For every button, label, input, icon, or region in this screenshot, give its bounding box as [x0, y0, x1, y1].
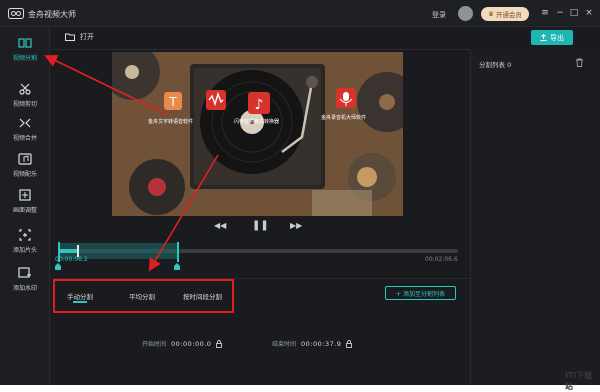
- sidebar: 视频分割 视频剪切 视频合并 视频配乐 画面调整 添加片头 添加水印: [0, 27, 50, 385]
- start-time-field[interactable]: 00:00:00.0: [171, 340, 211, 348]
- watermark-icon: [18, 267, 31, 278]
- total-time: 00:02:06.6: [425, 256, 458, 263]
- scissors-icon: [19, 83, 31, 95]
- fast-forward-icon[interactable]: ▶▶: [290, 221, 302, 230]
- end-time-field[interactable]: 00:00:37.9: [301, 340, 341, 348]
- start-time-label: 开始时间: [142, 341, 167, 348]
- current-time: 00:00:06.2: [55, 256, 88, 263]
- svg-text:♪: ♪: [255, 97, 264, 113]
- lock-icon[interactable]: [216, 339, 223, 348]
- app-window: 金舟视频大师 登录 ♛ 开通会员 ≡ − □ × 视频分割 视频剪切 视频合并 …: [0, 0, 600, 391]
- export-label: 导出: [550, 33, 564, 42]
- merge-icon: [19, 118, 31, 128]
- app-logo-icon: [8, 8, 24, 19]
- watermark-text: ITi下载站: [565, 371, 593, 391]
- rewind-icon[interactable]: ◀◀: [214, 221, 226, 230]
- video-frame: T ♪: [112, 52, 403, 216]
- sidebar-item-label: 视频合并: [12, 135, 37, 142]
- minimize-icon[interactable]: −: [555, 8, 565, 18]
- app-title: 金舟视频大师: [28, 10, 76, 19]
- segment-list-title: 分割列表 0: [479, 61, 512, 69]
- preview-caption: 金舟文字转语音软件: [148, 119, 194, 125]
- annotation-highlight-box: [53, 279, 234, 313]
- playback-controls: ◀◀ ❚❚ ▶▶: [210, 220, 310, 233]
- pause-icon[interactable]: ❚❚: [252, 220, 269, 231]
- vip-button[interactable]: ♛ 开通会员: [481, 7, 529, 21]
- music-icon: [18, 153, 32, 165]
- add-to-list-button[interactable]: + 添加至分割列表: [385, 286, 456, 300]
- sidebar-item-merge[interactable]: 视频合并: [0, 113, 50, 149]
- sidebar-item-label: 视频配乐: [12, 171, 37, 178]
- end-time-row: 结束时间 00:00:37.9: [272, 339, 353, 348]
- sidebar-item-label: 视频剪切: [12, 101, 37, 108]
- preview-caption: 闪电音频格式转换器: [234, 119, 280, 125]
- folder-icon: [65, 33, 75, 41]
- preview-caption: 金舟录音机大师软件: [321, 115, 367, 121]
- maximize-icon[interactable]: □: [569, 8, 579, 18]
- login-link[interactable]: 登录: [432, 10, 446, 20]
- menu-icon[interactable]: ≡: [540, 8, 550, 18]
- timeline-progress: [58, 249, 78, 253]
- vip-label: 开通会员: [495, 11, 522, 19]
- segment-list-panel: 分割列表 0: [470, 50, 600, 385]
- crop-icon: [19, 189, 31, 201]
- sidebar-item-label: 添加片头: [12, 247, 37, 254]
- add-intro-icon: [19, 229, 31, 241]
- split-icon: [18, 38, 32, 48]
- start-pin-icon[interactable]: [55, 263, 61, 270]
- sidebar-item-label: 画面调整: [12, 207, 37, 214]
- title-bar: 金舟视频大师 登录 ♛ 开通会员 ≡ − □ ×: [0, 0, 600, 27]
- start-time-row: 开始时间 00:00:00.0: [142, 339, 223, 348]
- sidebar-item-split[interactable]: 视频分割: [0, 33, 50, 69]
- sidebar-item-label: 添加水印: [12, 285, 37, 292]
- close-icon[interactable]: ×: [584, 8, 594, 18]
- end-pin-icon[interactable]: [174, 263, 180, 270]
- sidebar-item-label: 视频分割: [12, 55, 37, 62]
- timeline-end-handle[interactable]: [177, 242, 179, 262]
- sidebar-item-adjust[interactable]: 画面调整: [0, 185, 50, 221]
- export-icon: [540, 34, 547, 41]
- toolbar: 打开: [51, 27, 470, 50]
- crown-icon: ♛: [488, 10, 494, 18]
- open-button[interactable]: 打开: [65, 32, 94, 42]
- video-preview[interactable]: T ♪ 金舟文字转语音软件 闪电音频格式转换器 金舟录音机大师软件: [112, 52, 403, 216]
- lock-icon[interactable]: [346, 339, 353, 348]
- sidebar-item-cut[interactable]: 视频剪切: [0, 79, 50, 115]
- export-button[interactable]: 导出: [531, 30, 573, 45]
- sidebar-item-intro[interactable]: 添加片头: [0, 225, 50, 261]
- open-label: 打开: [80, 33, 94, 41]
- sidebar-item-watermark[interactable]: 添加水印: [0, 263, 50, 299]
- end-time-label: 结束时间: [272, 341, 297, 348]
- svg-text:T: T: [168, 95, 177, 109]
- avatar[interactable]: [458, 6, 473, 21]
- sidebar-item-music[interactable]: 视频配乐: [0, 149, 50, 185]
- trash-icon[interactable]: [575, 58, 584, 67]
